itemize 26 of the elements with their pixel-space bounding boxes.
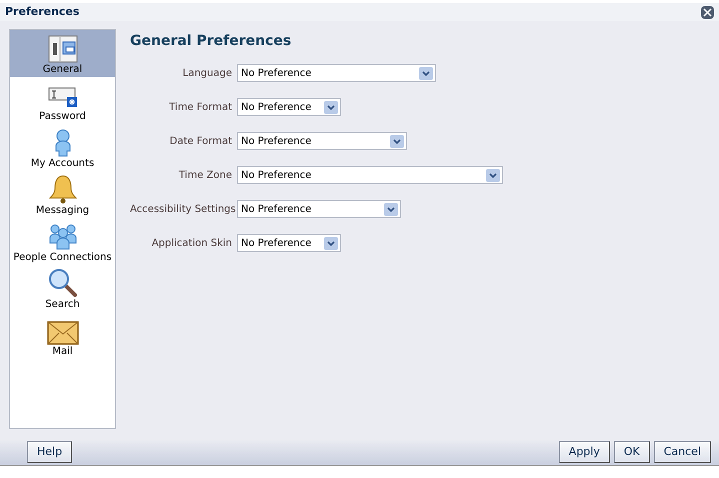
dropdown-field[interactable]: No Preference: [237, 200, 401, 218]
dialog-button[interactable]: Apply: [558, 441, 610, 463]
person-icon: [52, 129, 72, 157]
field-label: Application Skin: [150, 236, 233, 250]
field-label: Time Zone: [178, 168, 233, 182]
settings-window-icon: [48, 35, 78, 63]
section-heading: General Preferences: [130, 32, 292, 51]
field-label: Date Format: [168, 134, 233, 148]
envelope-icon: [46, 321, 78, 345]
people-icon: [48, 223, 76, 251]
dialog-button[interactable]: Help: [27, 441, 72, 463]
dropdown-field[interactable]: No Preference: [237, 132, 407, 150]
dropdown-field[interactable]: No Preference: [237, 64, 436, 82]
field-label: Language: [182, 66, 233, 80]
dropdown-field[interactable]: No Preference: [237, 98, 341, 116]
dropdown-field[interactable]: No Preference: [237, 234, 341, 252]
bell-icon: [48, 174, 76, 204]
sidebar-item[interactable]: General: [10, 30, 115, 77]
window-title: Preferences: [5, 4, 80, 20]
dialog-button[interactable]: OK: [614, 441, 650, 463]
dropdown-field[interactable]: No Preference: [237, 166, 503, 184]
field-label: Time Format: [168, 100, 233, 114]
field-label: Accessibility Settings: [130, 202, 237, 216]
search-icon: [48, 268, 78, 298]
dialog-button[interactable]: Cancel: [654, 441, 711, 463]
close-button[interactable]: [701, 6, 714, 18]
